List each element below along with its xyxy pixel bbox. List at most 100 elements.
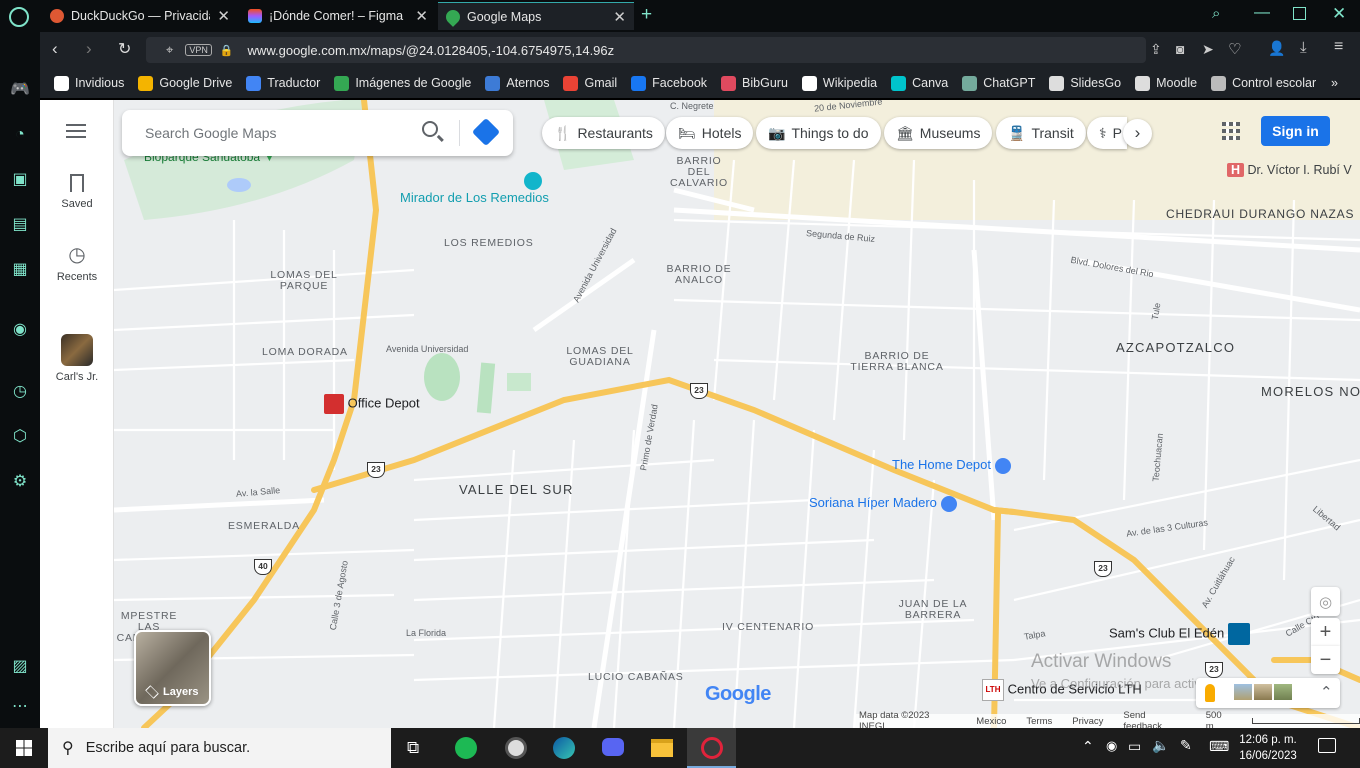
- chips-next-button[interactable]: ›: [1123, 119, 1152, 148]
- tab-figma[interactable]: ¡Dónde Comer! – Figma ✕: [240, 2, 436, 30]
- location-pin-icon[interactable]: ⌖: [166, 42, 173, 58]
- bookmark-item[interactable]: Gmail: [563, 75, 617, 91]
- opera-gx-taskbar-icon[interactable]: [687, 728, 736, 768]
- poi-soriana[interactable]: Soriana Híper Madero: [809, 495, 957, 512]
- close-window-button[interactable]: ✕: [1332, 4, 1346, 24]
- bookmark-item[interactable]: Google Drive: [138, 75, 232, 91]
- new-tab-button[interactable]: +: [641, 4, 652, 26]
- taskbar-search-input[interactable]: Escribe aquí para buscar.: [86, 740, 250, 756]
- google-apps-icon[interactable]: [1222, 122, 1240, 140]
- poi-office-depot[interactable]: Office Depot: [324, 394, 420, 414]
- privacy-link[interactable]: Privacy: [1072, 716, 1103, 727]
- search-input[interactable]: Search Google Maps: [145, 125, 277, 141]
- bookmark-item[interactable]: Invidious: [54, 75, 124, 91]
- edge-icon[interactable]: [553, 737, 575, 759]
- download-icon[interactable]: ⤓: [1300, 39, 1307, 56]
- keyboard-icon[interactable]: ⌨: [1209, 738, 1229, 755]
- map-canvas[interactable]: LOS REMEDIOS LOMAS DEL PARQUE LOMA DORAD…: [114, 100, 1360, 728]
- region-link[interactable]: Mexico: [976, 716, 1006, 727]
- more-bookmarks-button[interactable]: »: [1331, 76, 1338, 90]
- clock-app-icon[interactable]: [505, 737, 527, 759]
- controller-icon[interactable]: 🎮: [10, 80, 30, 100]
- tab-duckduckgo[interactable]: DuckDuckGo — Privacidad ✕: [42, 2, 238, 30]
- sign-in-button[interactable]: Sign in: [1261, 116, 1330, 146]
- forward-button[interactable]: ›: [86, 39, 92, 59]
- chip-things-to-do[interactable]: 📷 Things to do: [756, 117, 881, 149]
- bookmark-item[interactable]: ChatGPT: [962, 75, 1035, 91]
- imagery-thumbnail[interactable]: [1234, 684, 1252, 700]
- chip-hotels[interactable]: 🛏 Hotels: [666, 117, 754, 149]
- minimize-button[interactable]: —: [1254, 4, 1270, 22]
- bookmark-item[interactable]: Moodle: [1135, 75, 1197, 91]
- shopping-bag-icon[interactable]: ▣: [10, 170, 30, 190]
- cpu-icon[interactable]: ▦: [10, 260, 30, 280]
- layers-button[interactable]: Layers: [134, 630, 211, 706]
- speed-gauge-icon[interactable]: ◔: [10, 125, 30, 145]
- bookmark-item[interactable]: Wikipedia: [801, 75, 877, 91]
- maps-search-box[interactable]: Search Google Maps: [122, 110, 513, 156]
- poi-mirador[interactable]: Mirador de Los Remedios: [400, 172, 549, 205]
- share-icon[interactable]: ⇪: [1150, 41, 1162, 58]
- history-clock-icon[interactable]: ◷: [10, 382, 30, 402]
- expand-chevron-icon[interactable]: ⌃: [1320, 683, 1333, 701]
- whatsapp-icon[interactable]: ◉: [10, 320, 30, 340]
- vpn-badge[interactable]: VPN: [185, 44, 212, 56]
- menu-hamburger-icon[interactable]: [66, 124, 86, 138]
- task-view-icon[interactable]: ⧉: [407, 738, 419, 758]
- bookmark-item[interactable]: Aternos: [485, 75, 549, 91]
- opera-gx-logo-icon[interactable]: [9, 7, 29, 27]
- bookmark-item[interactable]: Traductor: [246, 75, 320, 91]
- chip-museums[interactable]: 🏛 Museums: [884, 117, 993, 149]
- recent-place-button[interactable]: Carl's Jr.: [40, 334, 114, 383]
- search-tabs-icon[interactable]: ⌕: [1212, 5, 1220, 22]
- profile-icon[interactable]: 👤: [1268, 40, 1285, 57]
- close-tab-icon[interactable]: ✕: [415, 7, 428, 25]
- chip-transit[interactable]: 🚆 Transit: [996, 117, 1086, 149]
- poi-home-depot[interactable]: The Home Depot: [892, 457, 1011, 474]
- chip-restaurants[interactable]: 🍴 Restaurants: [542, 117, 665, 149]
- more-dots-icon[interactable]: ⋯: [10, 697, 30, 717]
- saved-button[interactable]: Saved: [40, 174, 114, 210]
- windows-start-icon[interactable]: [16, 740, 32, 756]
- reload-button[interactable]: ↻: [118, 39, 131, 59]
- volume-icon[interactable]: 🔈: [1152, 737, 1169, 754]
- close-tab-icon[interactable]: ✕: [217, 7, 230, 25]
- webcam-icon[interactable]: ◉: [1106, 738, 1117, 754]
- notifications-icon[interactable]: [1318, 738, 1336, 753]
- tray-chevron-icon[interactable]: ⌃: [1082, 738, 1094, 755]
- gallery-icon[interactable]: ▨: [10, 657, 30, 677]
- bookmark-item[interactable]: Imágenes de Google: [334, 75, 471, 91]
- heart-icon[interactable]: ♡: [1228, 40, 1241, 58]
- easy-setup-icon[interactable]: ≡: [1334, 38, 1343, 56]
- discord-icon[interactable]: [602, 738, 624, 756]
- terms-link[interactable]: Terms: [1026, 716, 1052, 727]
- bookmark-item[interactable]: BibGuru: [721, 75, 788, 91]
- recents-button[interactable]: ◷ Recents: [40, 245, 114, 283]
- bookmark-item[interactable]: Facebook: [631, 75, 707, 91]
- zoom-out-button[interactable]: −: [1311, 646, 1340, 674]
- zoom-in-button[interactable]: +: [1311, 618, 1340, 646]
- maximize-button[interactable]: [1293, 7, 1306, 20]
- clock[interactable]: 12:06 p. m. 16/06/2023: [1238, 732, 1298, 764]
- back-button[interactable]: ‹: [52, 39, 58, 59]
- bookmark-item[interactable]: Control escolar: [1211, 75, 1316, 91]
- poi-sams-club[interactable]: Sam's Club El Edén: [1109, 623, 1250, 645]
- imagery-thumbnail[interactable]: [1274, 684, 1292, 700]
- bookmark-item[interactable]: SlidesGo: [1049, 75, 1121, 91]
- poi-dr-victor[interactable]: H Dr. Víctor I. Rubí V: [1227, 163, 1352, 177]
- search-icon[interactable]: [422, 121, 438, 137]
- url-field[interactable]: ⌖ VPN 🔒 www.google.com.mx/maps/@24.01284…: [146, 37, 1146, 63]
- tab-google-maps[interactable]: Google Maps ✕: [438, 2, 634, 30]
- taskbar-search-box[interactable]: ⚲ Escribe aquí para buscar.: [48, 728, 391, 768]
- file-explorer-icon[interactable]: [651, 739, 673, 757]
- street-view-panel[interactable]: ⌃: [1196, 678, 1340, 708]
- lock-icon[interactable]: 🔒: [220, 44, 234, 57]
- my-location-button[interactable]: ◎: [1311, 587, 1340, 616]
- send-icon[interactable]: ➤: [1202, 41, 1214, 58]
- pen-icon[interactable]: ✎: [1180, 737, 1192, 754]
- close-tab-icon[interactable]: ✕: [613, 8, 626, 26]
- spotify-icon[interactable]: [455, 737, 477, 759]
- pegman-icon[interactable]: [1205, 684, 1215, 702]
- settings-gear-icon[interactable]: ⚙: [10, 472, 30, 492]
- directions-icon[interactable]: [471, 117, 501, 147]
